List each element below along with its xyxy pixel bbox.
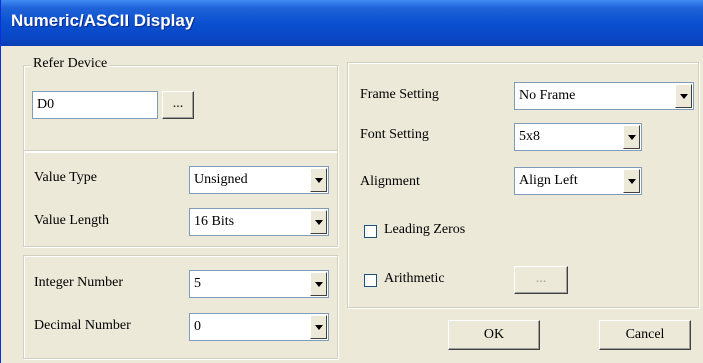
leading-zeros-checkbox[interactable] — [364, 225, 377, 238]
font-setting-select[interactable]: 5x8 — [514, 123, 642, 151]
dialog-window: Numeric/ASCII Display Refer Device D0 ..… — [0, 0, 703, 363]
value-length-select[interactable]: 16 Bits — [189, 208, 329, 236]
font-setting-label: Font Setting — [360, 127, 429, 142]
chevron-down-icon[interactable] — [310, 315, 327, 339]
chevron-down-icon[interactable] — [310, 272, 327, 296]
device-input[interactable]: D0 — [32, 91, 158, 119]
integer-number-value: 5 — [194, 276, 201, 291]
value-type-select[interactable]: Unsigned — [189, 166, 329, 194]
decimal-number-value: 0 — [194, 319, 201, 334]
chevron-down-icon[interactable] — [623, 125, 640, 149]
chevron-down-icon[interactable] — [310, 210, 327, 234]
chevron-down-icon[interactable] — [675, 84, 692, 108]
frame-setting-select[interactable]: No Frame — [514, 82, 694, 110]
value-type-label: Value Type — [34, 170, 97, 185]
arithmetic-label[interactable]: Arithmetic — [384, 271, 445, 287]
window-title: Numeric/ASCII Display — [11, 11, 195, 30]
frame-setting-value: No Frame — [519, 88, 576, 103]
alignment-select[interactable]: Align Left — [514, 167, 642, 195]
alignment-label: Alignment — [360, 174, 420, 189]
title-bar[interactable]: Numeric/ASCII Display — [1, 0, 703, 46]
device-browse-button[interactable]: ... — [162, 91, 194, 119]
font-setting-value: 5x8 — [519, 129, 540, 144]
value-type-value: Unsigned — [194, 172, 248, 187]
cancel-button[interactable]: Cancel — [599, 320, 691, 350]
ok-button[interactable]: OK — [448, 320, 540, 350]
arithmetic-settings-button[interactable]: ... — [514, 266, 568, 294]
chevron-down-icon[interactable] — [310, 168, 327, 192]
chevron-down-icon[interactable] — [623, 169, 640, 193]
integer-number-select[interactable]: 5 — [189, 270, 329, 298]
refer-device-legend: Refer Device — [31, 56, 110, 72]
decimal-number-select[interactable]: 0 — [189, 313, 329, 341]
integer-number-label: Integer Number — [34, 275, 124, 290]
leading-zeros-label[interactable]: Leading Zeros — [384, 222, 465, 238]
decimal-number-label: Decimal Number — [34, 318, 131, 333]
value-length-label: Value Length — [34, 213, 110, 228]
arithmetic-checkbox[interactable] — [364, 274, 377, 287]
alignment-value: Align Left — [519, 173, 578, 188]
value-length-value: 16 Bits — [194, 214, 235, 229]
frame-setting-label: Frame Setting — [360, 87, 439, 102]
